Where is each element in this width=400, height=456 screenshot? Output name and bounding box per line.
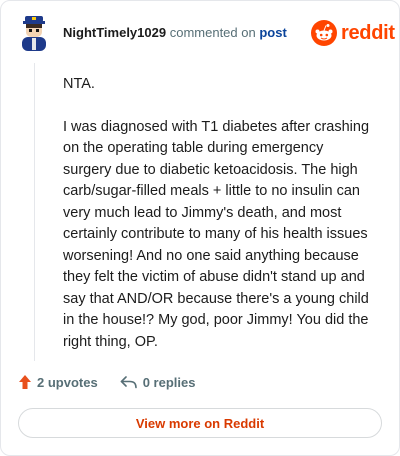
comment-paragraph: I was diagnosed with T1 diabetes after c… <box>63 118 370 350</box>
comment-actions: 2 upvotes 0 replies <box>18 374 195 390</box>
comment-header: NightTimely1029 commented on post <box>63 25 287 40</box>
upvote-count: 2 upvotes <box>37 374 98 390</box>
view-more-button[interactable]: View more on Reddit <box>18 408 382 438</box>
upvote-arrow-icon <box>19 375 31 389</box>
author-name[interactable]: NightTimely1029 <box>63 25 166 40</box>
comment-card: NightTimely1029 commented on post reddit… <box>0 0 400 456</box>
reddit-wordmark: reddit <box>341 21 395 44</box>
thread-line[interactable] <box>34 63 35 361</box>
reply-count: 0 replies <box>142 374 196 390</box>
comment-paragraph: NTA. <box>63 76 95 92</box>
reply-arrow-icon <box>120 376 137 389</box>
comment-body: NTA. I was diagnosed with T1 diabetes af… <box>63 74 375 374</box>
upvote-button[interactable]: 2 upvotes <box>18 374 98 390</box>
header-verb: commented on <box>169 25 256 40</box>
post-link[interactable]: post <box>259 25 286 40</box>
avatar[interactable] <box>18 15 50 53</box>
reddit-snoo-icon <box>311 20 337 46</box>
reddit-logo[interactable]: reddit <box>311 20 395 46</box>
reply-button[interactable]: 0 replies <box>120 374 196 390</box>
